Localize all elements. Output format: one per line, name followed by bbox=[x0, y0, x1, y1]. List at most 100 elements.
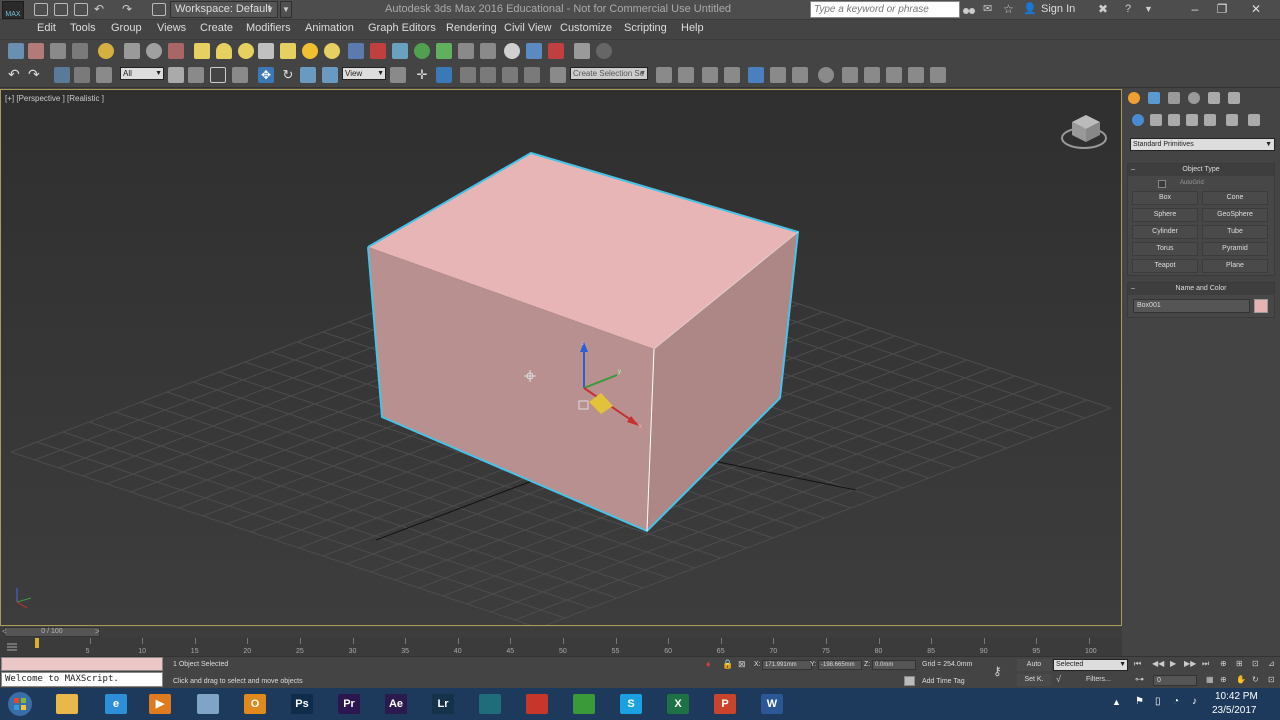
select-and-link-icon[interactable] bbox=[54, 67, 70, 83]
taskbar-windows-explorer[interactable] bbox=[188, 690, 228, 718]
open-file-icon[interactable] bbox=[54, 3, 68, 16]
time-slider-track[interactable] bbox=[0, 627, 1122, 638]
zoom-icon[interactable]: ⊕ bbox=[1220, 659, 1227, 668]
geometry-icon[interactable] bbox=[1132, 114, 1144, 126]
time-configuration-icon[interactable]: ▦ bbox=[1206, 675, 1214, 684]
geosphere-button[interactable]: GeoSphere bbox=[1202, 208, 1268, 222]
shapes-icon[interactable] bbox=[1150, 114, 1162, 126]
grid-icon[interactable] bbox=[458, 43, 474, 59]
select-and-scale-icon[interactable] bbox=[300, 67, 316, 83]
dome-icon[interactable] bbox=[216, 43, 232, 59]
material-icon[interactable] bbox=[392, 43, 408, 59]
helper-icon[interactable] bbox=[146, 43, 162, 59]
autogrid-checkbox[interactable] bbox=[1158, 180, 1166, 188]
snaps-toggle-icon[interactable] bbox=[460, 67, 476, 83]
hierarchy-tab-icon[interactable] bbox=[1168, 92, 1180, 104]
menu-edit[interactable]: Edit bbox=[37, 22, 56, 34]
object-type-header[interactable]: – Object Type bbox=[1128, 164, 1274, 176]
link-icon[interactable] bbox=[8, 43, 24, 59]
time-slider-prev-icon[interactable]: < bbox=[2, 627, 7, 636]
menu-group[interactable]: Group bbox=[111, 22, 142, 34]
particle-flow-icon[interactable] bbox=[348, 43, 364, 59]
set-key-button[interactable]: Set K. bbox=[1017, 674, 1051, 686]
box-primitive-icon[interactable] bbox=[194, 43, 210, 59]
user-icon[interactable]: 👤 bbox=[1023, 3, 1037, 16]
y-coordinate-field[interactable]: -198.665mm bbox=[818, 660, 862, 670]
volume-icon[interactable]: ♪ bbox=[1192, 696, 1197, 707]
modify-tab-icon[interactable] bbox=[1148, 92, 1160, 104]
menu-animation[interactable]: Animation bbox=[305, 22, 354, 34]
scene-explorer-icon[interactable] bbox=[72, 43, 88, 59]
key-mode-toggle-icon[interactable]: ⊶ bbox=[1135, 674, 1144, 685]
menu-tools[interactable]: Tools bbox=[70, 22, 96, 34]
taskbar-after-effects[interactable]: Ae bbox=[376, 690, 416, 718]
keyboard-shortcut-override-icon[interactable] bbox=[436, 67, 452, 83]
exchange-apps-icon[interactable]: ✖ bbox=[1098, 3, 1112, 16]
toggle-layer-explorer-icon[interactable] bbox=[724, 67, 740, 83]
object-name-field[interactable]: Box001 bbox=[1133, 299, 1250, 313]
lights-icon[interactable] bbox=[1168, 114, 1180, 126]
render-iterative-icon[interactable] bbox=[908, 67, 924, 83]
favorites-star-icon[interactable]: ☆ bbox=[1003, 3, 1017, 16]
create-tab-icon[interactable] bbox=[1128, 92, 1140, 104]
perspective-viewport[interactable]: z y x [+] [Perspective ] [Realistic ] bbox=[0, 89, 1122, 626]
network-icon[interactable]: ◔ bbox=[1173, 696, 1179, 707]
box-button[interactable]: Box bbox=[1132, 191, 1198, 205]
undo-icon[interactable]: ↶ bbox=[94, 3, 108, 16]
key-filters-button[interactable]: Filters... bbox=[1072, 674, 1128, 686]
taskbar-file-explorer[interactable] bbox=[47, 690, 87, 718]
taskbar-premiere[interactable]: Pr bbox=[329, 690, 369, 718]
menu-help[interactable]: Help bbox=[681, 22, 704, 34]
select-object-icon[interactable] bbox=[168, 67, 184, 83]
taskbar-word[interactable]: W bbox=[752, 690, 792, 718]
maximize-button[interactable]: ❐ bbox=[1210, 0, 1234, 18]
select-by-name-icon[interactable] bbox=[188, 67, 204, 83]
spiral-icon[interactable] bbox=[258, 43, 274, 59]
battery-icon[interactable]: ▯ bbox=[1155, 696, 1161, 707]
layer-icon[interactable] bbox=[50, 43, 66, 59]
auto-key-button[interactable]: Auto bbox=[1017, 659, 1051, 671]
time-tag-icon[interactable] bbox=[904, 676, 915, 686]
crosshair-icon[interactable]: ✛ bbox=[414, 67, 430, 83]
new-file-icon[interactable] bbox=[34, 3, 48, 16]
taskbar-chrome[interactable] bbox=[564, 690, 604, 718]
cone-icon[interactable] bbox=[280, 43, 296, 59]
unlink-icon[interactable] bbox=[74, 67, 90, 83]
taskbar-excel[interactable]: X bbox=[658, 690, 698, 718]
place-icon[interactable] bbox=[322, 67, 338, 83]
new-scene-icon[interactable] bbox=[28, 43, 44, 59]
torus-button[interactable]: Torus bbox=[1132, 242, 1198, 256]
rectangular-selection-icon[interactable] bbox=[210, 67, 226, 83]
communication-center-icon[interactable]: ✉ bbox=[983, 3, 997, 16]
wire-icon[interactable] bbox=[370, 43, 386, 59]
systems-icon[interactable] bbox=[1248, 114, 1260, 126]
select-and-rotate-icon[interactable]: ↻ bbox=[280, 67, 296, 83]
current-frame-field[interactable]: 0 bbox=[1153, 675, 1197, 686]
globe-icon[interactable] bbox=[414, 43, 430, 59]
render-setup-icon[interactable] bbox=[526, 43, 542, 59]
taskbar-clock-date[interactable]: 23/5/2017 bbox=[1212, 705, 1257, 716]
render-production-icon[interactable] bbox=[886, 67, 902, 83]
flag-icon[interactable]: ⚑ bbox=[1135, 696, 1144, 707]
add-time-tag-button[interactable]: Add Time Tag bbox=[922, 678, 965, 685]
torus-icon[interactable] bbox=[324, 43, 340, 59]
mini-curve-editor-icon[interactable] bbox=[7, 640, 17, 652]
space-warps-icon[interactable] bbox=[1226, 114, 1238, 126]
key-mode-icon[interactable]: √ bbox=[1056, 674, 1061, 684]
named-selection-dropdown[interactable]: Create Selection Se ▼ bbox=[570, 67, 648, 80]
menu-rendering[interactable]: Rendering bbox=[446, 22, 497, 34]
cylinder-button[interactable]: Cylinder bbox=[1132, 225, 1198, 239]
menu-graph-editors[interactable]: Graph Editors bbox=[368, 22, 436, 34]
viewcube-icon[interactable] bbox=[1061, 115, 1107, 149]
select-and-move-icon[interactable]: ✥ bbox=[258, 67, 274, 83]
teapot-button[interactable]: Teapot bbox=[1132, 259, 1198, 273]
selection-filter-dropdown[interactable]: All ▼ bbox=[120, 67, 164, 80]
close-button[interactable]: ✕ bbox=[1244, 0, 1268, 18]
camera-icon[interactable] bbox=[124, 43, 140, 59]
pivot-center-icon[interactable] bbox=[390, 67, 406, 83]
help-dropdown-icon[interactable]: ▼ bbox=[1144, 3, 1158, 16]
selection-lock-icon[interactable]: 🔒 bbox=[722, 659, 733, 670]
primitive-category-dropdown[interactable]: Standard Primitives ▼ bbox=[1130, 138, 1275, 151]
viewport-label[interactable]: [+] [Perspective ] [Realistic ] bbox=[5, 94, 104, 103]
lights-icon[interactable] bbox=[98, 43, 114, 59]
